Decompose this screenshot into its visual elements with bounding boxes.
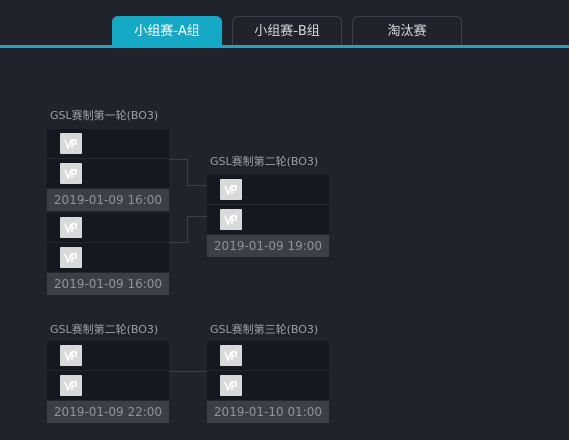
team-slot[interactable] [47,159,169,189]
connector [169,159,187,160]
tab-knockout[interactable]: 淘汰赛 [352,16,462,46]
vp-team-logo-icon [60,375,82,396]
connector [187,185,207,186]
connector [169,242,187,243]
match-card[interactable]: 2019-01-09 22:00 [47,341,169,423]
vp-team-logo-icon [220,209,242,230]
tab-underline [0,45,569,48]
vp-team-logo-icon [60,345,82,366]
team-slot[interactable] [207,175,329,205]
vp-team-logo-icon [60,133,82,154]
round2b-title: GSL赛制第二轮(BO3) [50,323,159,336]
team-slot[interactable] [207,371,329,401]
tab-group-b[interactable]: 小组赛-B组 [232,16,342,46]
match-card[interactable]: 2019-01-09 16:00 [47,213,169,295]
tab-bar: 小组赛-A组 小组赛-B组 淘汰赛 [0,0,569,48]
round1-title: GSL赛制第一轮(BO3) [50,109,159,122]
team-slot[interactable] [47,213,169,243]
round2-title: GSL赛制第二轮(BO3) [210,155,319,168]
team-slot[interactable] [47,341,169,371]
vp-team-logo-icon [60,247,82,268]
match-time: 2019-01-09 16:00 [47,273,169,295]
match-card[interactable]: 2019-01-09 16:00 [47,129,169,211]
match-time: 2019-01-09 16:00 [47,189,169,211]
vp-team-logo-icon [220,179,242,200]
vp-team-logo-icon [220,375,242,396]
team-slot[interactable] [207,341,329,371]
tab-group-a[interactable]: 小组赛-A组 [112,16,222,46]
connector [187,159,188,185]
vp-team-logo-icon [220,345,242,366]
connector [187,216,207,217]
vp-team-logo-icon [60,163,82,184]
match-time: 2019-01-10 01:00 [207,401,329,423]
match-card[interactable]: 2019-01-10 01:00 [207,341,329,423]
team-slot[interactable] [47,129,169,159]
match-time: 2019-01-09 22:00 [47,401,169,423]
match-time: 2019-01-09 19:00 [207,235,329,257]
match-card[interactable]: 2019-01-09 19:00 [207,175,329,257]
connector [169,371,207,372]
vp-team-logo-icon [60,217,82,238]
team-slot[interactable] [207,205,329,235]
connector [187,216,188,243]
team-slot[interactable] [47,371,169,401]
round3-title: GSL赛制第三轮(BO3) [210,323,319,336]
team-slot[interactable] [47,243,169,273]
